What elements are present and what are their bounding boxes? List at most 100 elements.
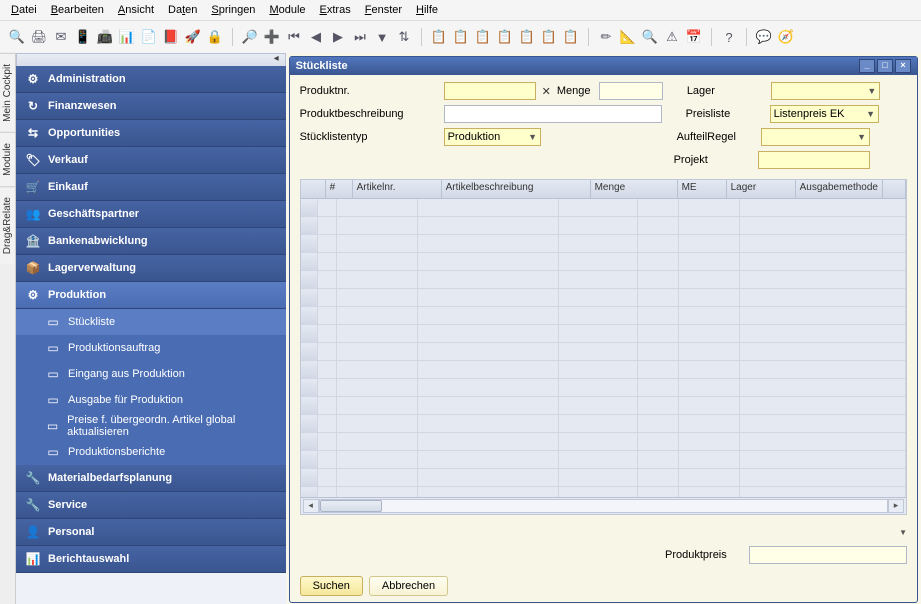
add-icon[interactable]: ➕ bbox=[263, 28, 281, 46]
table-row[interactable] bbox=[301, 361, 906, 379]
col-ausgabemethode[interactable]: Ausgabemethode bbox=[796, 180, 883, 198]
lock-icon[interactable]: 🔒 bbox=[206, 28, 224, 46]
minimize-icon[interactable]: _ bbox=[859, 59, 875, 73]
table-row[interactable] bbox=[301, 217, 906, 235]
table-row[interactable] bbox=[301, 325, 906, 343]
table-row[interactable] bbox=[301, 199, 906, 217]
grid-body[interactable] bbox=[301, 199, 906, 497]
edit-icon[interactable]: ✏ bbox=[597, 28, 615, 46]
menge-input[interactable] bbox=[599, 82, 663, 100]
table-row[interactable] bbox=[301, 415, 906, 433]
table-row[interactable] bbox=[301, 451, 906, 469]
doc6-icon[interactable]: 📋 bbox=[540, 28, 558, 46]
table-row[interactable] bbox=[301, 433, 906, 451]
alert-icon[interactable]: ⚠ bbox=[663, 28, 681, 46]
nav-sub-st-ckliste[interactable]: ▭Stückliste bbox=[16, 309, 286, 335]
col-lager[interactable]: Lager bbox=[727, 180, 796, 198]
aufteilregel-combo[interactable]: ▼ bbox=[761, 128, 870, 146]
nav-lagerverwaltung[interactable]: 📦Lagerverwaltung bbox=[16, 255, 286, 282]
scroll-thumb[interactable] bbox=[320, 500, 382, 512]
query-icon[interactable]: 🔍 bbox=[641, 28, 659, 46]
tab-module[interactable]: Module bbox=[0, 132, 15, 186]
table-row[interactable] bbox=[301, 307, 906, 325]
table-row[interactable] bbox=[301, 253, 906, 271]
menu-springen[interactable]: Springen bbox=[205, 2, 261, 18]
menu-ansicht[interactable]: Ansicht bbox=[112, 2, 160, 18]
sort-icon[interactable]: ⇅ bbox=[395, 28, 413, 46]
print-icon[interactable]: 🖨 bbox=[30, 28, 48, 46]
nav-bankenabwicklung[interactable]: 🏦Bankenabwicklung bbox=[16, 228, 286, 255]
table-row[interactable] bbox=[301, 289, 906, 307]
nav-produktion[interactable]: ⚙Produktion bbox=[16, 282, 286, 309]
table-row[interactable] bbox=[301, 343, 906, 361]
nav-administration[interactable]: ⚙Administration bbox=[16, 66, 286, 93]
context-icon[interactable]: 🧭 bbox=[777, 28, 795, 46]
close-icon[interactable]: × bbox=[895, 59, 911, 73]
tab-mein-cockpit[interactable]: Mein Cockpit bbox=[0, 53, 15, 132]
col-artikelbeschreibung[interactable]: Artikelbeschreibung bbox=[442, 180, 591, 198]
table-row[interactable] bbox=[301, 469, 906, 487]
produktbeschreibung-input[interactable] bbox=[444, 105, 662, 123]
col-rowhandle[interactable] bbox=[301, 180, 326, 198]
nav-collapse-button[interactable]: ◂ bbox=[16, 53, 286, 67]
menu-extras[interactable]: Extras bbox=[314, 2, 357, 18]
table-row[interactable] bbox=[301, 235, 906, 253]
prev-record-icon[interactable]: ◀ bbox=[307, 28, 325, 46]
menu-bearbeiten[interactable]: Bearbeiten bbox=[45, 2, 110, 18]
projekt-input[interactable] bbox=[758, 151, 870, 169]
scroll-left-icon[interactable]: ◂ bbox=[303, 499, 319, 513]
cancel-button[interactable]: Abbrechen bbox=[369, 576, 448, 596]
nav-materialbedarfsplanung[interactable]: 🔧Materialbedarfsplanung bbox=[16, 465, 286, 492]
grid-hscroll[interactable]: ◂ ▸ bbox=[301, 497, 906, 514]
fax-icon[interactable]: 📠 bbox=[96, 28, 114, 46]
doc4-icon[interactable]: 📋 bbox=[496, 28, 514, 46]
word-icon[interactable]: 📄 bbox=[140, 28, 158, 46]
doc1-icon[interactable]: 📋 bbox=[430, 28, 448, 46]
nav-sub-eingang-aus-produktion[interactable]: ▭Eingang aus Produktion bbox=[16, 361, 286, 387]
doc2-icon[interactable]: 📋 bbox=[452, 28, 470, 46]
lager-combo[interactable]: ▼ bbox=[771, 82, 880, 100]
clear-menge-icon[interactable]: ✕ bbox=[540, 85, 553, 98]
nav-finanzwesen[interactable]: ↻Finanzwesen bbox=[16, 93, 286, 120]
last-record-icon[interactable]: ⏭ bbox=[351, 28, 369, 46]
doc7-icon[interactable]: 📋 bbox=[562, 28, 580, 46]
menu-fenster[interactable]: Fenster bbox=[359, 2, 408, 18]
menu-module[interactable]: Module bbox=[263, 2, 311, 18]
col-artikelnr[interactable]: Artikelnr. bbox=[353, 180, 442, 198]
table-row[interactable] bbox=[301, 487, 906, 497]
col-menge[interactable]: Menge bbox=[591, 180, 678, 198]
table-row[interactable] bbox=[301, 271, 906, 289]
nav-berichtauswahl[interactable]: 📊Berichtauswahl bbox=[16, 546, 286, 573]
menu-daten[interactable]: Daten bbox=[162, 2, 203, 18]
nav-sub-produktionsauftrag[interactable]: ▭Produktionsauftrag bbox=[16, 335, 286, 361]
produktpreis-input[interactable] bbox=[749, 546, 907, 564]
doc3-icon[interactable]: 📋 bbox=[474, 28, 492, 46]
expand-icon[interactable]: ▼ bbox=[899, 528, 907, 537]
calendar-icon[interactable]: 📅 bbox=[685, 28, 703, 46]
menu-hilfe[interactable]: Hilfe bbox=[410, 2, 444, 18]
excel-icon[interactable]: 📊 bbox=[118, 28, 136, 46]
sms-icon[interactable]: 📱 bbox=[74, 28, 92, 46]
find-icon[interactable]: 🔎 bbox=[241, 28, 259, 46]
nav-personal[interactable]: 👤Personal bbox=[16, 519, 286, 546]
col-me[interactable]: ME bbox=[678, 180, 727, 198]
nav-verkauf[interactable]: 🏷Verkauf bbox=[16, 147, 286, 174]
doc5-icon[interactable]: 📋 bbox=[518, 28, 536, 46]
launch-icon[interactable]: 🚀 bbox=[184, 28, 202, 46]
col-num[interactable]: # bbox=[326, 180, 353, 198]
help-icon[interactable]: ? bbox=[720, 28, 738, 46]
pdf-icon[interactable]: 📕 bbox=[162, 28, 180, 46]
produktnr-input[interactable] bbox=[444, 82, 536, 100]
scroll-right-icon[interactable]: ▸ bbox=[888, 499, 904, 513]
maximize-icon[interactable]: □ bbox=[877, 59, 893, 73]
layout-icon[interactable]: 📐 bbox=[619, 28, 637, 46]
nav-opportunities[interactable]: ⇆Opportunities bbox=[16, 120, 286, 147]
first-record-icon[interactable]: ⏮ bbox=[285, 28, 303, 46]
nav-sub-preise-f-bergeordn-artikel-global-aktualisieren[interactable]: ▭Preise f. übergeordn. Artikel global ak… bbox=[16, 413, 286, 439]
tab-drag-relate[interactable]: Drag&Relate bbox=[0, 186, 15, 264]
nav-sub-ausgabe-f-r-produktion[interactable]: ▭Ausgabe für Produktion bbox=[16, 387, 286, 413]
nav-service[interactable]: 🔧Service bbox=[16, 492, 286, 519]
menu-datei[interactable]: Datei bbox=[5, 2, 43, 18]
nav-sub-produktionsberichte[interactable]: ▭Produktionsberichte bbox=[16, 439, 286, 465]
messages-icon[interactable]: 💬 bbox=[755, 28, 773, 46]
